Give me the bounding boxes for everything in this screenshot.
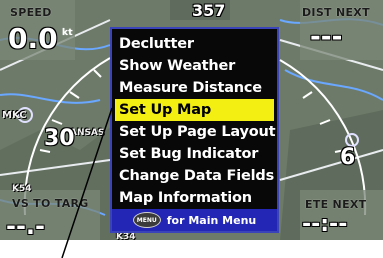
callout-line <box>61 107 113 258</box>
